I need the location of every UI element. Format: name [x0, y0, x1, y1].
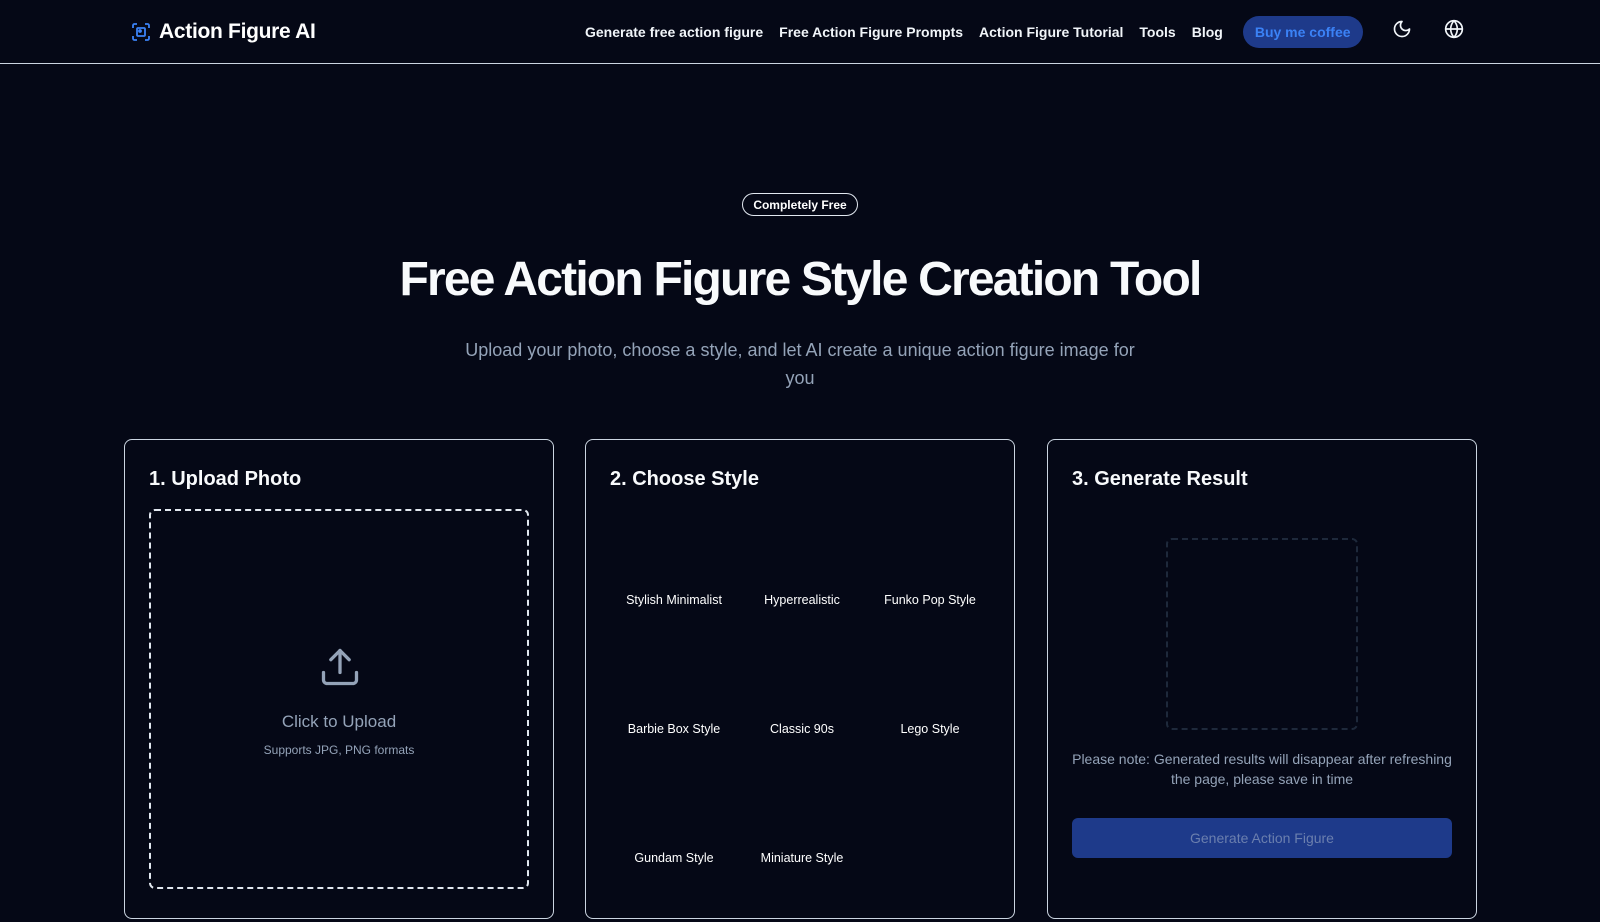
style-option-classic-90s[interactable]: Classic 90s: [738, 664, 866, 793]
scan-image-icon: [131, 22, 151, 42]
free-badge: Completely Free: [742, 193, 858, 216]
brand-logo[interactable]: Action Figure AI: [131, 19, 316, 45]
result-note: Please note: Generated results will disa…: [1072, 751, 1452, 787]
style-option-lego[interactable]: Lego Style: [866, 664, 994, 793]
style-option-hyperrealistic[interactable]: Hyperrealistic: [738, 535, 866, 664]
language-button[interactable]: [1441, 18, 1467, 44]
result-card: 3. Generate Result Please note: Generate…: [1047, 439, 1477, 919]
style-grid: Stylish Minimalist Hyperrealistic Funko …: [610, 535, 994, 922]
buy-me-coffee-button[interactable]: Buy me coffee: [1242, 16, 1363, 48]
generate-action-figure-button[interactable]: Generate Action Figure: [1072, 818, 1452, 858]
result-preview-placeholder: [1166, 538, 1358, 730]
nav-link-blog[interactable]: Blog: [1192, 24, 1223, 40]
moon-icon: [1392, 19, 1412, 44]
style-option-funko-pop[interactable]: Funko Pop Style: [866, 535, 994, 664]
main-nav: Generate free action figure Free Action …: [585, 16, 1363, 48]
style-option-gundam[interactable]: Gundam Style: [610, 793, 738, 922]
site-header: Action Figure AI Generate free action fi…: [0, 0, 1600, 64]
style-option-stylish-minimalist[interactable]: Stylish Minimalist: [610, 535, 738, 664]
upload-card: 1. Upload Photo Click to Upload Supports…: [124, 439, 554, 919]
upload-icon: [318, 645, 362, 689]
upload-card-title: 1. Upload Photo: [149, 468, 302, 490]
upload-dropzone[interactable]: Click to Upload Supports JPG, PNG format…: [149, 509, 529, 889]
brand-name: Action Figure AI: [159, 20, 316, 43]
nav-link-tools[interactable]: Tools: [1139, 24, 1175, 40]
upload-label: Click to Upload: [281, 712, 397, 731]
style-option-miniature[interactable]: Miniature Style: [738, 793, 866, 922]
nav-link-prompts[interactable]: Free Action Figure Prompts: [779, 24, 963, 40]
globe-icon: [1444, 19, 1464, 44]
theme-toggle-button[interactable]: [1389, 18, 1415, 44]
style-option-barbie-box[interactable]: Barbie Box Style: [610, 664, 738, 793]
upload-format-hint: Supports JPG, PNG formats: [263, 743, 415, 757]
style-card-title: 2. Choose Style: [610, 468, 759, 490]
page-subtitle: Upload your photo, choose a style, and l…: [465, 340, 1135, 388]
result-card-title: 3. Generate Result: [1072, 468, 1248, 490]
nav-link-generate[interactable]: Generate free action figure: [585, 24, 763, 40]
nav-link-tutorial[interactable]: Action Figure Tutorial: [979, 24, 1123, 40]
style-card: 2. Choose Style Stylish Minimalist Hyper…: [585, 439, 1015, 919]
page-title: Free Action Figure Style Creation Tool: [399, 253, 1202, 306]
